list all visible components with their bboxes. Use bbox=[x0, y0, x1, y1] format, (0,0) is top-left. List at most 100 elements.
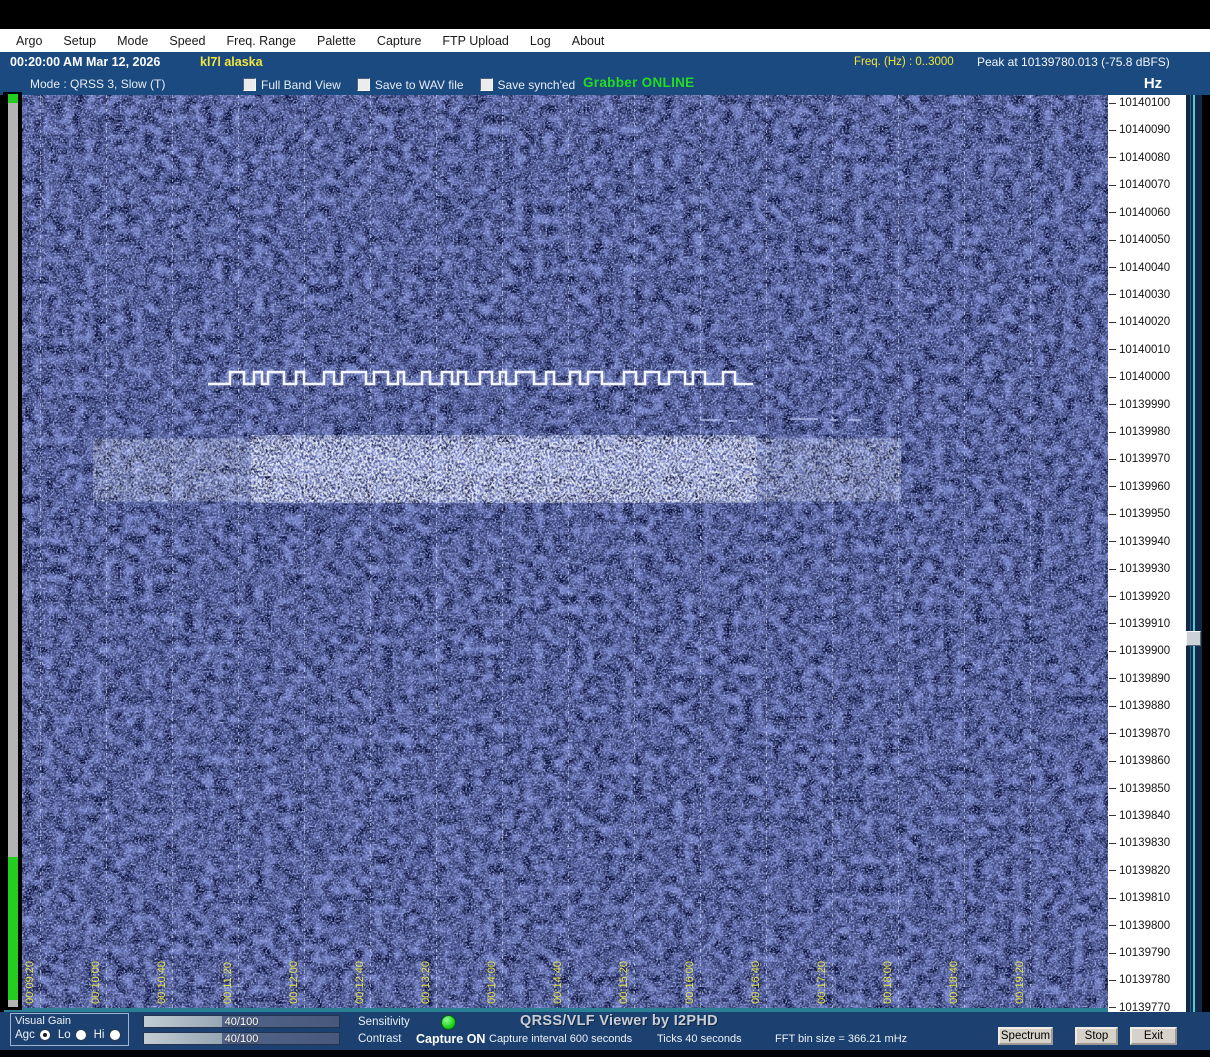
freq-tick-dash-icon bbox=[1109, 842, 1116, 844]
freq-tick-label: 10139880 bbox=[1109, 700, 1170, 712]
freq-tick-label: 10140050 bbox=[1109, 234, 1170, 246]
freq-tick-dash-icon bbox=[1109, 129, 1116, 131]
freq-tick-label: 10139770 bbox=[1109, 1002, 1170, 1012]
radio-label: Agc bbox=[15, 1029, 35, 1041]
freq-tick-dash-icon bbox=[1109, 979, 1116, 981]
freq-tick-dash-icon bbox=[1109, 678, 1116, 680]
time-gridline bbox=[634, 95, 635, 1008]
freq-tick-dash-icon bbox=[1109, 349, 1116, 351]
menu-item-argo[interactable]: Argo bbox=[16, 34, 42, 48]
freq-tick-dash-icon bbox=[1109, 294, 1116, 296]
freq-tick-label: 10140010 bbox=[1109, 344, 1170, 356]
checkbox-box-icon[interactable] bbox=[479, 78, 493, 91]
frequency-scrollbar[interactable] bbox=[1186, 95, 1202, 1012]
menu-item-speed[interactable]: Speed bbox=[169, 34, 205, 48]
mode-label: Mode : QRSS 3, Slow (T) bbox=[30, 77, 166, 91]
menu-item-about[interactable]: About bbox=[572, 34, 605, 48]
freq-tick-label: 10140070 bbox=[1109, 179, 1170, 191]
menu-item-capture[interactable]: Capture bbox=[377, 34, 421, 48]
menu-bar: Argo Setup Mode Speed Freq. Range Palette Capt… bbox=[0, 29, 1210, 52]
freq-tick-label: 10139780 bbox=[1109, 974, 1170, 986]
radio-agc[interactable]: Agc bbox=[15, 1029, 51, 1041]
freq-tick-label: 10139800 bbox=[1109, 920, 1170, 932]
visual-gain-group: Visual Gain Agc Lo Hi bbox=[10, 1013, 129, 1046]
freq-tick-label: 10139860 bbox=[1109, 755, 1170, 767]
waterfall-canvas bbox=[4, 95, 1108, 1012]
time-gridline bbox=[304, 95, 305, 1008]
freq-tick-dash-icon bbox=[1109, 376, 1116, 378]
time-tick-label: 00:11:20 bbox=[222, 961, 234, 1004]
bottom-control-bar: Visual Gain Agc Lo Hi 40/100 40/100 Sensit… bbox=[0, 1012, 1210, 1050]
contrast-slider[interactable]: 40/100 bbox=[143, 1032, 340, 1045]
freq-tick-label: 10139820 bbox=[1109, 865, 1170, 877]
freq-tick-label: 10140040 bbox=[1109, 262, 1170, 274]
checkbox-box-icon[interactable] bbox=[243, 78, 256, 91]
freq-tick-dash-icon bbox=[1109, 568, 1116, 570]
spectrum-button[interactable]: Spectrum bbox=[998, 1027, 1053, 1045]
radio-circle-icon[interactable] bbox=[74, 1029, 87, 1041]
sensitivity-label: Sensitivity bbox=[358, 1016, 410, 1028]
scrollbar-thumb[interactable] bbox=[1186, 631, 1201, 646]
menu-item-log[interactable]: Log bbox=[530, 34, 551, 48]
peak-readout-label: Peak at 10139780.013 (-75.8 dBFS) bbox=[977, 55, 1170, 69]
freq-tick-label: 10139940 bbox=[1109, 536, 1170, 548]
scrollbar-track-line-dark bbox=[1190, 95, 1191, 1012]
capture-led-icon bbox=[441, 1015, 456, 1030]
freq-tick-dash-icon bbox=[1109, 596, 1116, 598]
checkbox-label: Full Band View bbox=[261, 77, 341, 92]
freq-tick-label: 10139830 bbox=[1109, 837, 1170, 849]
exit-button[interactable]: Exit bbox=[1130, 1027, 1177, 1045]
fft-bin-label: FFT bin size = 366.21 mHz bbox=[775, 1033, 908, 1045]
frequency-scale: 10140100 10140090 10140080 10140070 10140060… bbox=[1108, 95, 1186, 1012]
freq-tick-dash-icon bbox=[1109, 650, 1116, 652]
stop-button[interactable]: Stop bbox=[1075, 1027, 1118, 1045]
title-status-bar: 00:20:00 AM Mar 12, 2026 kl7l alaska Fre… bbox=[0, 52, 1210, 74]
menu-item-mode[interactable]: Mode bbox=[117, 34, 148, 48]
freq-tick-dash-icon bbox=[1109, 733, 1116, 735]
freq-tick-dash-icon bbox=[1109, 239, 1116, 241]
freq-tick-dash-icon bbox=[1109, 458, 1116, 460]
freq-tick-dash-icon bbox=[1109, 705, 1116, 707]
checkbox-label: Save to WAV file bbox=[374, 77, 464, 92]
checkbox-box-icon[interactable] bbox=[356, 78, 370, 91]
freq-tick-dash-icon bbox=[1109, 321, 1116, 323]
time-gridline bbox=[106, 95, 107, 1008]
freq-tick-label: 10139790 bbox=[1109, 947, 1170, 959]
freq-tick-label: 10140000 bbox=[1109, 371, 1170, 383]
menu-item-palette[interactable]: Palette bbox=[317, 34, 356, 48]
freq-tick-label: 10140020 bbox=[1109, 316, 1170, 328]
time-tick-label: 00:15:20 bbox=[618, 961, 630, 1004]
time-gridline bbox=[40, 95, 41, 1008]
radio-circle-icon[interactable] bbox=[38, 1029, 51, 1041]
time-gridline bbox=[832, 95, 833, 1008]
radio-label: Hi bbox=[93, 1029, 105, 1041]
time-tick-label: 00:18:00 bbox=[882, 961, 894, 1004]
time-gridline bbox=[766, 95, 767, 1008]
time-gridline bbox=[964, 95, 965, 1008]
freq-tick-label: 10139930 bbox=[1109, 563, 1170, 575]
checkbox-full-band-view[interactable]: Full Band View bbox=[243, 78, 341, 92]
time-gridline bbox=[238, 95, 239, 1008]
checkbox-save-synch-ed[interactable]: Save synch'ed bbox=[479, 78, 575, 92]
menu-item-setup[interactable]: Setup bbox=[63, 34, 96, 48]
time-gridline bbox=[370, 95, 371, 1008]
radio-hi[interactable]: Hi bbox=[94, 1029, 121, 1041]
hz-unit-label: Hz bbox=[1143, 75, 1163, 92]
waterfall-display: 00:09:20 00:10:00 00:10:40 00:11:20 00:12:00… bbox=[4, 95, 1108, 1012]
menu-item-ftp-upload[interactable]: FTP Upload bbox=[442, 34, 508, 48]
time-gridline bbox=[172, 95, 173, 1008]
sensitivity-slider[interactable]: 40/100 bbox=[143, 1015, 340, 1028]
radio-label: Lo bbox=[57, 1029, 71, 1041]
radio-circle-icon[interactable] bbox=[108, 1029, 121, 1041]
freq-tick-label: 10139920 bbox=[1109, 591, 1170, 603]
radio-lo[interactable]: Lo bbox=[58, 1029, 87, 1041]
freq-tick-dash-icon bbox=[1109, 623, 1116, 625]
time-tick-label: 00:10:00 bbox=[90, 961, 102, 1004]
menu-item-freq-range[interactable]: Freq. Range bbox=[227, 34, 296, 48]
visual-gain-gauge bbox=[3, 92, 22, 1010]
capture-state-label: Capture ON bbox=[416, 1032, 486, 1046]
checkbox-save-to-wav-file[interactable]: Save to WAV file bbox=[356, 77, 464, 92]
freq-tick-dash-icon bbox=[1109, 541, 1116, 543]
visual-gain-title: Visual Gain bbox=[15, 1015, 72, 1027]
time-tick-label: 00:14:40 bbox=[552, 961, 564, 1004]
